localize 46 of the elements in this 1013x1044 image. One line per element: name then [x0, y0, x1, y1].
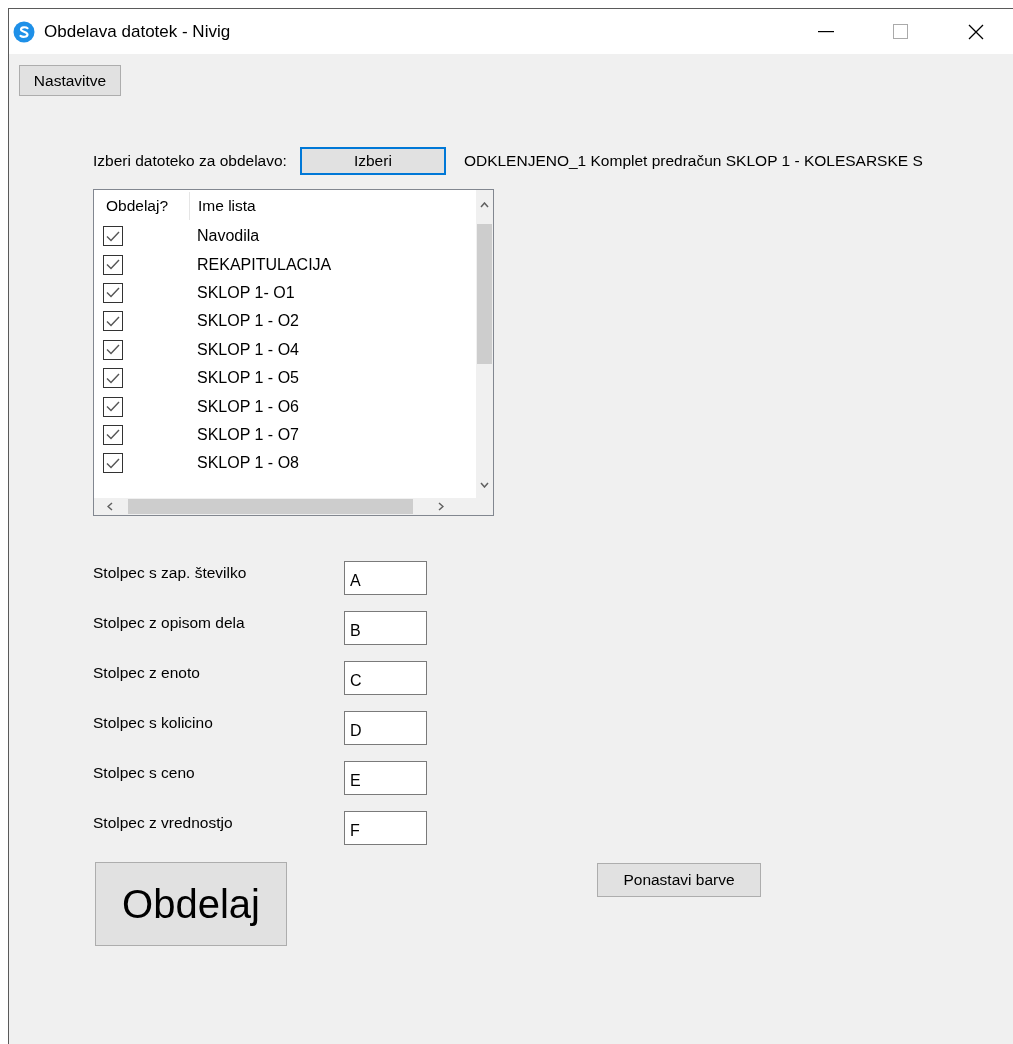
sheet-name: REKAPITULACIJA — [197, 255, 332, 274]
checkbox[interactable] — [103, 254, 123, 275]
field-label: Stolpec z vrednostjo — [93, 813, 234, 833]
close-icon — [967, 23, 984, 40]
input-field[interactable]: E — [344, 761, 427, 795]
sheet-name: SKLOP 1 - O6 — [197, 397, 299, 416]
settings-button[interactable]: Nastavitve — [19, 65, 121, 96]
field-label: Stolpec s kolicino — [93, 713, 214, 733]
minimize-icon — [817, 30, 834, 33]
column-header[interactable]: Obdelaj? — [94, 192, 190, 220]
checkbox[interactable] — [103, 368, 123, 389]
scroll-thumb[interactable] — [128, 499, 413, 514]
process-button[interactable]: Obdelaj — [95, 862, 287, 946]
checkbox[interactable] — [103, 424, 123, 445]
file-name: ODKLENJENO_1 Komplet predračun SKLOP 1 - KOLESARSKE S — [463, 152, 923, 170]
sheet-name: SKLOP 1 - O4 — [197, 340, 299, 359]
input-field[interactable]: B — [344, 611, 427, 645]
reset-colors-button[interactable]: Ponastavi barve — [597, 863, 761, 897]
scroll-thumb[interactable] — [477, 224, 492, 364]
checkbox[interactable] — [103, 311, 123, 332]
window-title: Obdelava datotek - Nivig — [44, 21, 232, 42]
input-field[interactable]: D — [344, 711, 427, 745]
field-label: Stolpec s ceno — [93, 763, 196, 783]
checkbox[interactable] — [103, 339, 123, 360]
checkbox[interactable] — [103, 453, 123, 474]
input-field[interactable]: A — [344, 561, 427, 595]
input-field[interactable]: F — [344, 811, 427, 845]
checkbox[interactable] — [103, 226, 123, 247]
app-logo-icon — [13, 20, 35, 43]
field-label: Stolpec z enoto — [93, 663, 201, 683]
sheet-name: Navodila — [197, 227, 260, 246]
file-picker-label: Izberi datoteko za obdelavo: — [93, 152, 287, 170]
sheet-list[interactable]: Obdelaj? Ime lista Navodila REKAPITULACIJA SKLOP 1- O1 SKLOP 1 - O2 SKLOP 1 - O4 SKLOP 1 - O5 SKLOP 1 - O6 SKLOP 1 - O7 SKLOP 1 - O8 — [93, 189, 494, 516]
field-label: Stolpec z opisom dela — [93, 613, 246, 633]
sheet-name: SKLOP 1- O1 — [197, 283, 295, 302]
checkbox[interactable] — [103, 396, 123, 417]
checkbox[interactable] — [103, 282, 123, 303]
sheet-name: SKLOP 1 - O7 — [197, 425, 299, 444]
maximize-icon — [893, 24, 908, 39]
column-header[interactable]: Ime lista — [190, 192, 264, 220]
input-field[interactable]: C — [344, 661, 427, 695]
sheet-name: SKLOP 1 - O2 — [197, 312, 299, 331]
sheet-name: SKLOP 1 - O8 — [197, 454, 299, 473]
choose-file-button[interactable]: Izberi — [299, 147, 446, 175]
field-label: Stolpec s zap. številko — [93, 563, 248, 583]
sheet-name: SKLOP 1 - O5 — [197, 369, 299, 388]
